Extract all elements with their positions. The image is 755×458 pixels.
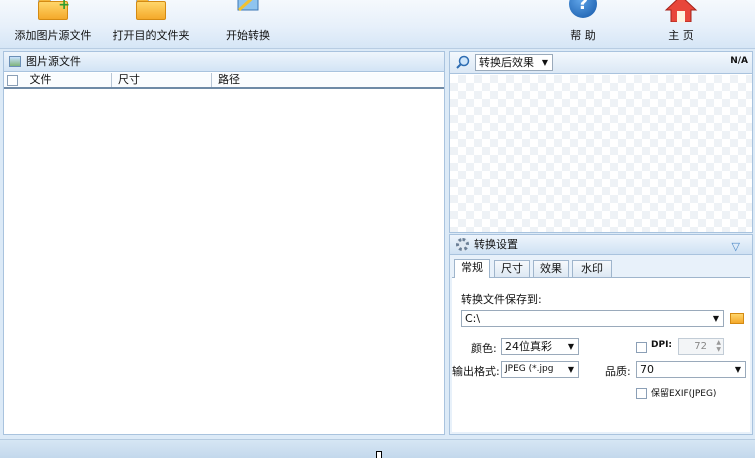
- help-label: 帮 助: [570, 29, 596, 42]
- column-file[interactable]: 文件: [4, 73, 112, 87]
- keep-exif-label: 保留EXIF(JPEG): [651, 389, 717, 399]
- preview-header: 转换后效果 ▼ N/A: [450, 52, 752, 74]
- column-size-label: 尺寸: [118, 73, 140, 86]
- quality-label: 品质:: [605, 365, 631, 378]
- browse-folder-icon[interactable]: [730, 313, 744, 324]
- home-icon: [664, 0, 698, 22]
- start-convert-label: 开始转换: [226, 29, 270, 42]
- tab-size[interactable]: 尺寸: [494, 260, 530, 277]
- dpi-value: 72: [694, 341, 707, 352]
- save-path-value: C:\: [465, 312, 481, 325]
- output-format-label: 输出格式:: [452, 365, 500, 378]
- dpi-label: DPI:: [651, 340, 673, 350]
- source-files-header: 图片源文件: [4, 52, 444, 72]
- convert-settings-header: 转换设置 ▽: [450, 235, 752, 255]
- save-path-select[interactable]: C:\ ▼: [461, 310, 724, 327]
- image-icon: [9, 56, 21, 67]
- preview-status: N/A: [730, 56, 748, 66]
- mouse-cursor-icon: [376, 451, 382, 458]
- dpi-spinner[interactable]: 72 ▲ ▼: [678, 338, 724, 355]
- add-source-files-label: 添加图片源文件: [14, 29, 92, 42]
- column-size[interactable]: 尺寸: [112, 73, 212, 87]
- convert-settings-panel: 转换设置 ▽ 常规 尺寸 效果 水印 转换文件保存到: C:\ ▼ 颜色: 24…: [449, 234, 753, 435]
- main-toolbar: + 添加图片源文件 打开目的文件夹 开始转换 ? 帮 助 主 页: [0, 0, 755, 49]
- chevron-down-icon: ▼: [567, 342, 574, 351]
- general-tab-body: 转换文件保存到: C:\ ▼ 颜色: 24位真彩 ▼ DPI: 72 ▲ ▼ 输出…: [452, 277, 750, 432]
- chevron-down-icon: ▼: [567, 365, 574, 374]
- tab-general[interactable]: 常规: [454, 259, 490, 278]
- source-files-title: 图片源文件: [26, 55, 81, 68]
- file-list-header: 文件 尺寸 路径: [4, 73, 444, 89]
- output-format-value: JPEG (*.jpg: [505, 364, 554, 374]
- start-convert-button[interactable]: 开始转换: [216, 0, 280, 48]
- column-path-label: 路径: [218, 73, 240, 86]
- color-value: 24位真彩: [505, 340, 552, 353]
- preview-mode-select[interactable]: 转换后效果 ▼: [475, 54, 553, 71]
- add-folder-icon: +: [38, 0, 70, 20]
- column-path[interactable]: 路径: [212, 73, 444, 87]
- tab-watermark[interactable]: 水印: [572, 260, 612, 277]
- chevron-down-icon: ▼: [541, 58, 548, 67]
- dpi-checkbox[interactable]: [636, 342, 647, 353]
- magic-wand-icon: [237, 0, 259, 12]
- preview-mode-value: 转换后效果: [479, 56, 534, 69]
- home-label: 主 页: [668, 29, 694, 42]
- spinner-arrows-icon: ▲ ▼: [716, 339, 721, 353]
- color-label: 颜色:: [471, 342, 497, 355]
- color-select[interactable]: 24位真彩 ▼: [501, 338, 579, 355]
- help-icon: ?: [569, 0, 597, 18]
- open-target-folder-button[interactable]: 打开目的文件夹: [106, 0, 196, 48]
- help-button[interactable]: ? 帮 助: [560, 0, 606, 48]
- save-to-label: 转换文件保存到:: [461, 293, 542, 306]
- quality-value: 70: [640, 363, 654, 376]
- select-all-checkbox[interactable]: [7, 74, 18, 86]
- preview-panel: 转换后效果 ▼ N/A: [449, 51, 753, 233]
- keep-exif-checkbox[interactable]: [636, 388, 647, 399]
- status-bar: [0, 439, 755, 458]
- home-button[interactable]: 主 页: [656, 0, 706, 48]
- gear-icon: [456, 238, 469, 251]
- file-list-body[interactable]: [4, 91, 444, 434]
- source-files-panel: 图片源文件 文件 尺寸 路径: [3, 51, 445, 435]
- folder-icon: [136, 0, 166, 20]
- convert-settings-title: 转换设置: [474, 238, 518, 251]
- chevron-down-icon: ▼: [734, 365, 741, 374]
- preview-canvas[interactable]: [450, 75, 752, 232]
- column-file-label: 文件: [29, 73, 52, 86]
- add-source-files-button[interactable]: + 添加图片源文件: [6, 0, 100, 48]
- quality-select[interactable]: 70 ▼: [636, 361, 746, 378]
- tab-effect[interactable]: 效果: [533, 260, 569, 277]
- output-format-select[interactable]: JPEG (*.jpg ▼: [501, 361, 579, 378]
- collapse-icon[interactable]: ▽: [732, 237, 740, 256]
- open-target-folder-label: 打开目的文件夹: [112, 29, 190, 42]
- magnifier-icon: [456, 55, 470, 69]
- chevron-down-icon: ▼: [712, 314, 719, 323]
